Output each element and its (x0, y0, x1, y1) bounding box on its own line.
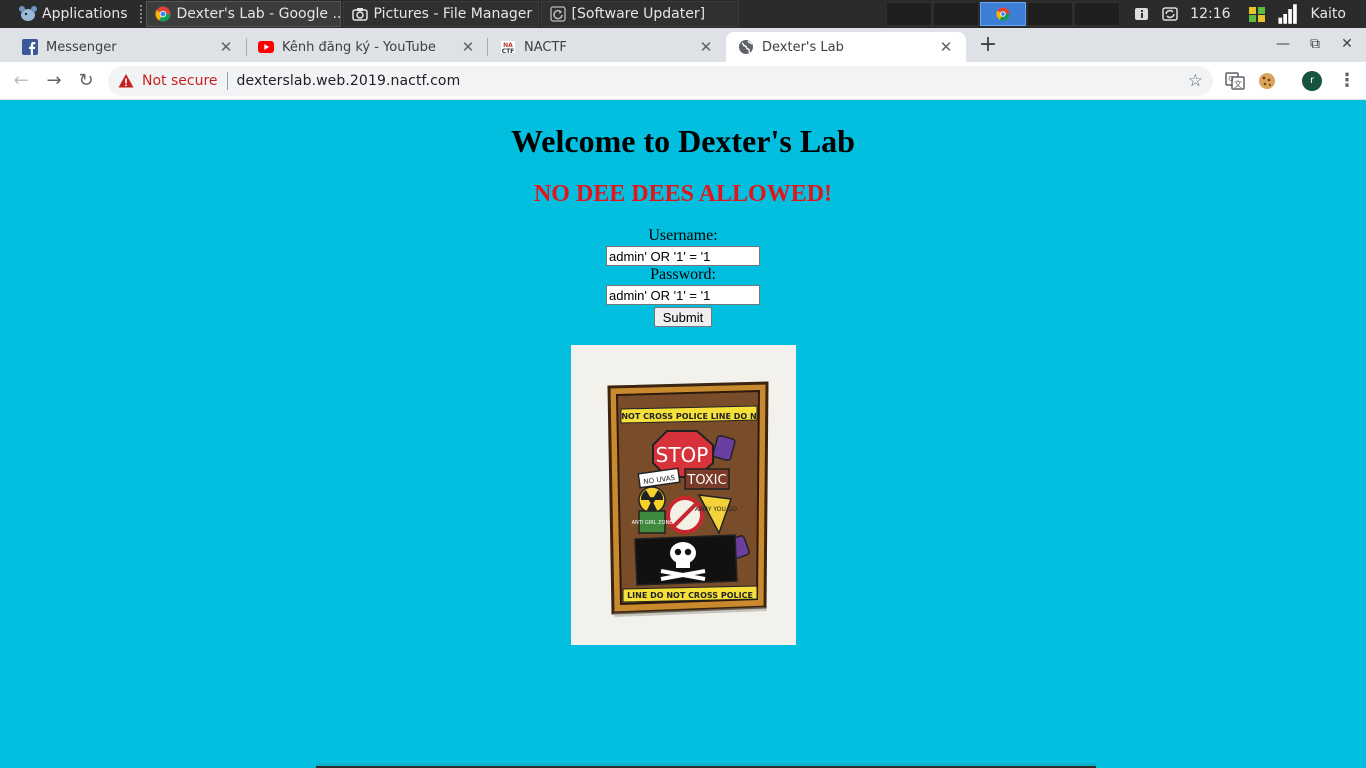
browser-tab-strip: Messenger ✕ Kênh đăng ký - YouTube ✕ NA … (0, 28, 1366, 62)
xfce-mouse-icon (19, 6, 37, 21)
workspace-5[interactable] (1074, 2, 1121, 26)
tab-close-icon[interactable]: ✕ (460, 38, 476, 56)
new-tab-button[interactable]: + (976, 34, 1000, 58)
address-bar[interactable]: Not secure dexterslab.web.2019.nactf.com… (108, 66, 1213, 96)
page-title: Welcome to Dexter's Lab (511, 123, 855, 159)
clock[interactable]: 12:16 (1190, 6, 1230, 22)
nactf-icon: NA CTF (501, 41, 515, 55)
svg-text:G: G (1228, 75, 1233, 83)
tab-messenger[interactable]: Messenger ✕ (0, 32, 246, 62)
system-tray: 12:16 Kaito (886, 0, 1366, 28)
applications-label: Applications (42, 6, 128, 22)
tab-label: Dexter's Lab (762, 39, 844, 55)
username-label: Username: (648, 227, 718, 244)
submit-button[interactable]: Submit (654, 307, 712, 327)
workspace-4[interactable] (1027, 2, 1074, 26)
omnibox-separator (226, 72, 228, 90)
taskbar-item-label: Pictures - File Manager (373, 6, 533, 22)
chrome-icon (996, 7, 1010, 21)
username-input[interactable] (606, 246, 760, 266)
tab-close-icon[interactable]: ✕ (218, 38, 234, 56)
security-status[interactable]: Not secure (142, 73, 218, 89)
tab-label: NACTF (524, 39, 567, 55)
sync-icon[interactable] (1161, 5, 1179, 23)
cookie-extension-icon[interactable] (1257, 71, 1277, 91)
chrome-icon (155, 6, 171, 22)
bookmark-star-icon[interactable]: ☆ (1188, 71, 1203, 91)
forward-button[interactable]: → (43, 70, 65, 92)
taskbar-item-file-manager[interactable]: Pictures - File Manager (342, 1, 539, 27)
password-input[interactable] (606, 285, 760, 305)
close-window-button[interactable]: ✕ (1337, 34, 1357, 54)
translate-icon[interactable]: 文 G (1225, 71, 1245, 91)
taskbar-item-label: [Software Updater] (571, 6, 706, 22)
info-icon[interactable] (1133, 5, 1151, 23)
tab-label: Messenger (46, 39, 117, 55)
bottom-bar (316, 763, 1096, 768)
warning-icon (118, 74, 134, 88)
password-label: Password: (650, 266, 716, 283)
dexters-lab-door-pin-image: NOT CROSS POLICE LINE DO N STOP NO UVAS … (571, 345, 796, 645)
tab-dexters-lab[interactable]: Dexter's Lab ✕ (726, 32, 966, 62)
back-button[interactable]: ← (10, 70, 32, 92)
workspace-2[interactable] (933, 2, 980, 26)
url-text[interactable]: dexterslab.web.2019.nactf.com (237, 73, 461, 89)
bottom-tape-text: LINE DO NOT CROSS POLICE (627, 591, 753, 600)
taskbar-item-label: Dexter's Lab - Google ... (176, 6, 341, 22)
network-signal-icon[interactable] (1276, 3, 1298, 25)
svg-text:文: 文 (1234, 79, 1242, 89)
page-body: Welcome to Dexter's Lab NO DEE DEES ALLO… (0, 101, 1366, 768)
camera-icon (351, 8, 368, 21)
desktop-panel: Applications Dexter's Lab - Google ... P… (0, 0, 1366, 28)
facebook-icon (22, 39, 38, 55)
toxic-text: TOXIC (686, 473, 726, 488)
stop-sign-text: STOP (656, 443, 709, 467)
taskbar-item-software-updater[interactable]: [Software Updater] (540, 1, 739, 27)
updater-icon (549, 6, 566, 22)
reload-button[interactable]: ↻ (75, 70, 97, 92)
taskbar-item-chrome[interactable]: Dexter's Lab - Google ... (145, 1, 341, 27)
youtube-icon (258, 41, 274, 53)
top-tape-text: NOT CROSS POLICE LINE DO N (621, 412, 756, 421)
svg-text:CTF: CTF (502, 48, 515, 55)
tab-close-icon[interactable]: ✕ (938, 38, 954, 56)
workspace-3[interactable] (980, 2, 1027, 26)
anti-girl-zone-text: ANTI GIRL ZONE (632, 520, 673, 526)
user-name[interactable]: Kaito (1311, 6, 1346, 22)
app-indicator-icon[interactable] (1248, 5, 1266, 23)
minimize-button[interactable]: — (1273, 34, 1293, 54)
globe-icon (739, 40, 753, 54)
browser-menu-icon[interactable]: ⋮ (1338, 70, 1356, 92)
tab-close-icon[interactable]: ✕ (698, 38, 714, 56)
applications-menu-button[interactable]: Applications (0, 0, 136, 28)
door-pin-illustration: NOT CROSS POLICE LINE DO N STOP NO UVAS … (571, 345, 796, 645)
tab-label: Kênh đăng ký - YouTube (282, 39, 436, 55)
panel-separator (139, 5, 142, 23)
profile-avatar[interactable]: r (1302, 71, 1322, 91)
tab-nactf[interactable]: NA CTF NACTF ✕ (478, 32, 726, 62)
page-subtitle: NO DEE DEES ALLOWED! (533, 181, 833, 207)
browser-toolbar: ← → ↻ Not secure dexterslab.web.2019.nac… (0, 62, 1366, 100)
away-you-go-text: AWAY YOU GO (695, 506, 738, 513)
restore-button[interactable]: ⧉ (1305, 34, 1325, 54)
workspace-1[interactable] (886, 2, 933, 26)
tab-youtube[interactable]: Kênh đăng ký - YouTube ✕ (236, 32, 488, 62)
